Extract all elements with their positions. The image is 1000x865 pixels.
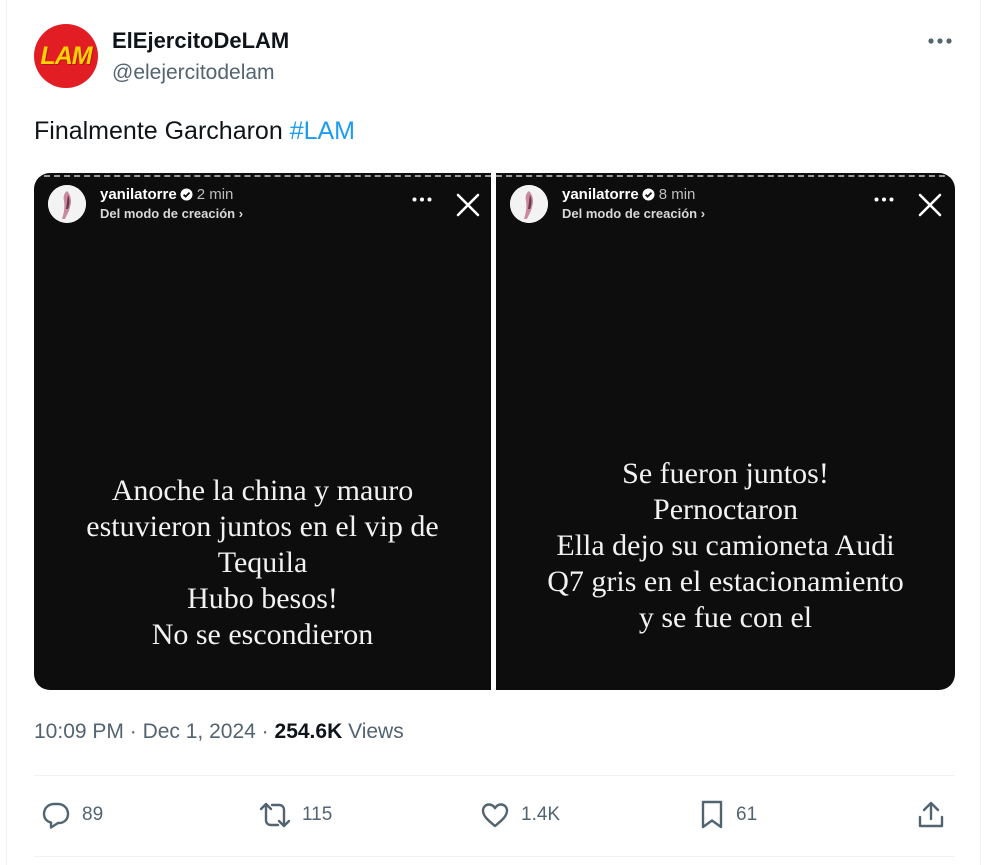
caption-line: estuvieron juntos en el vip de <box>86 510 439 543</box>
reply-count: 89 <box>82 804 104 825</box>
caption-line: Se fueron juntos! <box>622 457 829 490</box>
story-screenshot-right[interactable]: yanilatorre 8 min Del modo de creación › … <box>496 173 955 690</box>
like-button[interactable]: 1.4K <box>479 795 560 835</box>
frame-right-border <box>980 0 981 865</box>
story-time: 8 min <box>658 186 696 203</box>
bookmark-count: 61 <box>736 804 758 825</box>
tweet-text: Finalmente Garcharon #LAM <box>34 117 355 146</box>
close-icon <box>918 193 942 217</box>
divider <box>34 856 955 857</box>
verified-icon <box>642 188 655 201</box>
author-avatar[interactable]: LAM <box>34 24 98 88</box>
bookmark-icon <box>701 800 723 829</box>
caption-line: No se escondieron <box>151 618 374 651</box>
story-subtitle: Del modo de creación › <box>562 206 706 221</box>
views-count: 254.6K <box>274 720 343 743</box>
divider <box>34 775 955 776</box>
caption-line: Ella dejo su camioneta Audi <box>556 529 895 562</box>
tweet-media[interactable]: yanilatorre 2 min Del modo de creación › … <box>34 173 955 690</box>
more-options-button[interactable] <box>922 28 958 54</box>
repost-count: 115 <box>302 804 333 825</box>
like-count: 1.4K <box>521 804 561 825</box>
heart-icon <box>481 803 509 828</box>
views-label: Views <box>348 720 404 743</box>
reply-icon <box>42 802 70 829</box>
story-caption: Se fueron juntos! Pernoctaron Ella dejo … <box>496 456 955 636</box>
caption-line: Pernoctaron <box>653 493 798 526</box>
story-avatar <box>48 185 86 223</box>
story-progress-bar <box>496 175 955 177</box>
reply-button[interactable]: 89 <box>40 795 103 835</box>
story-username: yanilatorre 8 min <box>562 186 696 203</box>
more-dots-icon <box>928 38 952 44</box>
story-avatar <box>510 185 548 223</box>
story-time: 2 min <box>196 186 234 203</box>
story-close-button[interactable] <box>916 191 944 219</box>
caption-line: Hubo besos! <box>187 582 338 615</box>
story-subtitle: Del modo de creación › <box>100 206 244 221</box>
tweet-body-text: Finalmente Garcharon <box>34 117 290 145</box>
bookmark-button[interactable]: 61 <box>698 795 757 835</box>
more-dots-icon <box>874 197 894 201</box>
author-display-name[interactable]: ElEjercitoDeLAM <box>112 28 289 54</box>
story-more-button[interactable] <box>410 191 434 207</box>
tweet-time[interactable]: 10:09 PM <box>34 720 124 743</box>
caption-line: y se fue con el <box>638 601 813 634</box>
meta-separator: · <box>129 720 137 743</box>
story-screenshot-left[interactable]: yanilatorre 2 min Del modo de creación › … <box>34 173 491 690</box>
avatar-logo-text: LAM <box>40 41 92 70</box>
repost-icon <box>259 802 291 828</box>
verified-icon <box>180 188 193 201</box>
frame-left-border <box>6 0 7 865</box>
story-progress-bar <box>34 175 491 177</box>
story-caption: Anoche la china y mauro estuvieron junto… <box>34 473 491 653</box>
author-handle[interactable]: @elejercitodelam <box>112 61 275 85</box>
close-icon <box>456 193 480 217</box>
caption-line: Tequila <box>217 546 308 579</box>
story-more-button[interactable] <box>872 191 896 207</box>
caption-line: Q7 gris en el estacionamiento <box>547 565 904 598</box>
story-close-button[interactable] <box>454 191 482 219</box>
tweet-metadata: 10:09 PM · Dec 1, 2024 · 254.6K Views <box>34 720 404 744</box>
share-button[interactable] <box>916 795 946 835</box>
repost-button[interactable]: 115 <box>258 795 332 835</box>
meta-separator: · <box>261 720 269 743</box>
story-username: yanilatorre 2 min <box>100 186 234 203</box>
hashtag-link[interactable]: #LAM <box>290 117 355 145</box>
more-dots-icon <box>412 197 432 201</box>
tweet-date[interactable]: Dec 1, 2024 <box>143 720 256 743</box>
share-icon <box>918 801 944 828</box>
caption-line: Anoche la china y mauro <box>111 474 414 507</box>
